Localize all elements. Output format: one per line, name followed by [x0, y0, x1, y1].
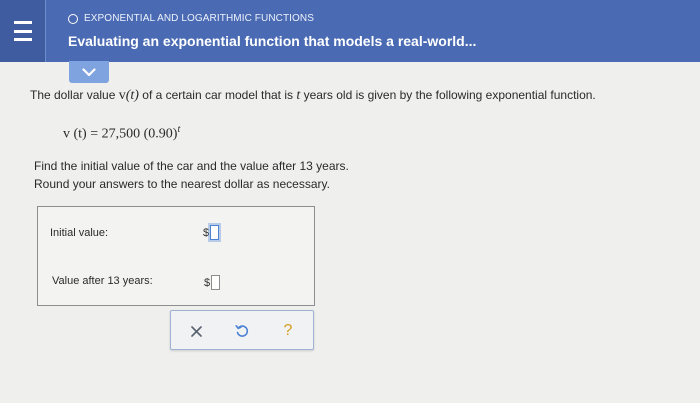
problem-text: of a certain car model that is: [138, 88, 297, 102]
page-title: Evaluating an exponential function that …: [68, 33, 477, 49]
currency-symbol: $: [203, 227, 210, 239]
problem-statement: The dollar value v(t) of a certain car m…: [30, 88, 596, 104]
function-name: v: [118, 88, 126, 103]
x-icon: [190, 325, 202, 337]
clear-button[interactable]: [185, 320, 207, 342]
help-button[interactable]: ?: [277, 320, 299, 342]
undo-button[interactable]: [231, 320, 253, 342]
action-toolbar: ?: [170, 310, 314, 350]
answer-panel: Initial value: $ Value after 13 years: $: [37, 206, 315, 306]
formula-expression: v (t) = 27,500 (0.90): [63, 126, 178, 142]
formula-exponent: t: [177, 124, 181, 135]
initial-value-label: Initial value:: [50, 227, 109, 239]
instructions: Find the initial value of the car and th…: [34, 157, 349, 193]
function-argument: (t): [125, 88, 139, 103]
value-after-label: Value after 13 years:: [52, 275, 153, 287]
currency-symbol: $: [204, 277, 211, 289]
instruction-line: Find the initial value of the car and th…: [34, 159, 349, 173]
menu-button[interactable]: [0, 0, 46, 62]
initial-value-input[interactable]: [210, 225, 220, 240]
header-bar: EXPONENTIAL AND LOGARITHMIC FUNCTIONS Ev…: [0, 0, 700, 62]
problem-text: The dollar value: [30, 88, 119, 102]
progress-circle-icon: [68, 13, 78, 24]
initial-value-group: $: [203, 225, 220, 240]
value-after-input[interactable]: [211, 275, 221, 290]
hamburger-icon: [13, 21, 32, 41]
undo-icon: [235, 324, 249, 337]
section-title: EXPONENTIAL AND LOGARITHMIC FUNCTIONS: [84, 13, 315, 24]
section-label: EXPONENTIAL AND LOGARITHMIC FUNCTIONS: [68, 13, 314, 24]
problem-text: years old is given by the following expo…: [300, 88, 596, 102]
value-after-group: $: [204, 275, 221, 290]
instruction-line: Round your answers to the nearest dollar…: [34, 177, 330, 191]
topic-dropdown-button[interactable]: [69, 61, 109, 83]
chevron-down-icon: [82, 67, 96, 76]
formula: v (t) = 27,500 (0.90)t: [63, 124, 180, 143]
